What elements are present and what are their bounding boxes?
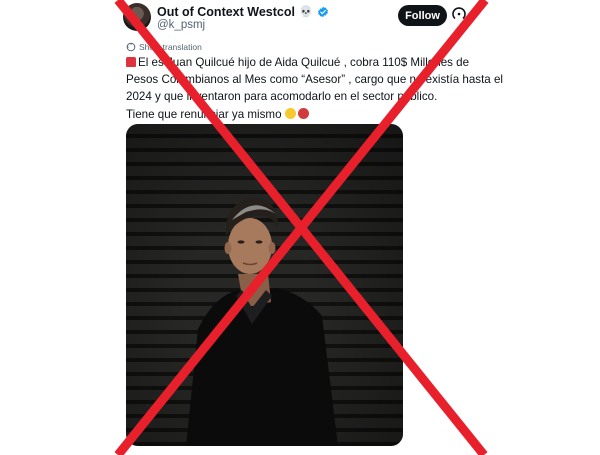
author-display-name[interactable]: Out of Context Westcol <box>157 5 295 19</box>
tweet-text: El es Juan Quilcué hijo de Aida Quilcué … <box>126 54 503 123</box>
police-light-emoji-icon <box>126 57 136 67</box>
face-with-rolling-eyes-emoji-icon <box>284 107 296 119</box>
tweet-text-line-4: Tiene que renunciar ya mismo <box>126 107 282 121</box>
author-handle[interactable]: @k_psmj <box>157 19 205 31</box>
avatar[interactable] <box>123 3 151 31</box>
tweet-text-line-3: 2024 y que inventaron para acomodarlo en… <box>126 90 438 104</box>
tweet-text-line-2: Pesos Colombianos al Mes como “Asesor” ,… <box>126 73 503 87</box>
tweet-text-line-1: El es Juan Quilcué hijo de Aida Quilcué … <box>138 56 470 69</box>
show-translation-link[interactable]: Show translation <box>139 42 202 52</box>
angry-face-emoji-icon <box>297 107 309 119</box>
skull-emoji-icon: 💀 <box>298 5 313 18</box>
verified-badge-icon <box>317 6 328 18</box>
translate-icon <box>126 42 136 52</box>
tweet-text-line: El es Juan Quilcué hijo de Aida Quilcué … <box>126 54 498 71</box>
author-name-row: Out of Context Westcol 💀 <box>157 5 329 19</box>
tweet-text-line: Tiene que renunciar ya mismo <box>126 106 498 123</box>
tweet-photo[interactable] <box>126 124 403 446</box>
person-portrait-image <box>186 197 338 446</box>
more-options-icon[interactable] <box>451 6 467 22</box>
follow-button[interactable]: Follow <box>398 5 447 26</box>
translation-row[interactable]: Show translation <box>126 42 202 52</box>
